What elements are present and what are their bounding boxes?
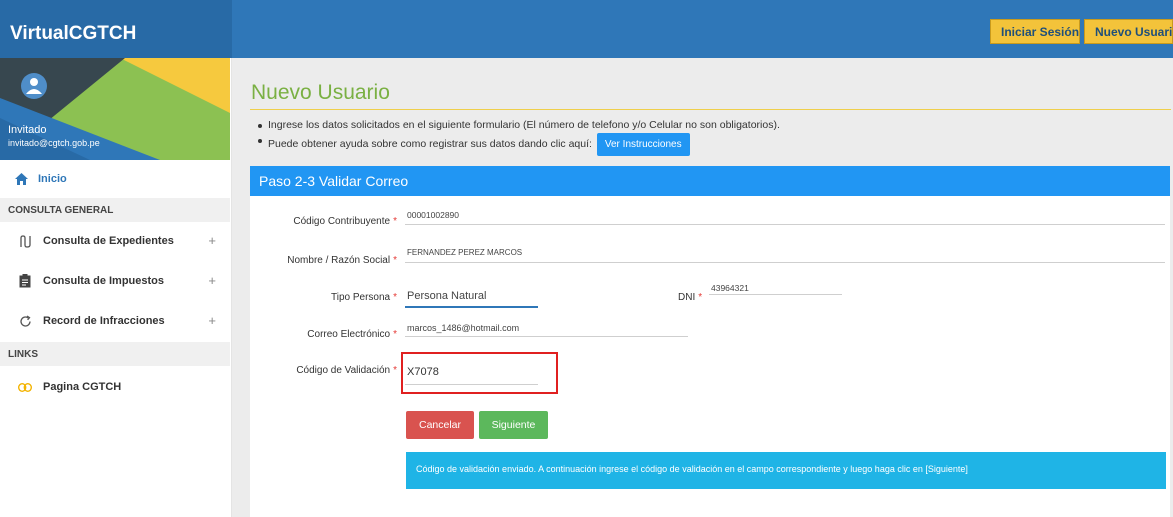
app-title[interactable]: VirtualCGTCH — [0, 0, 232, 58]
expand-icon[interactable]: + — [208, 233, 216, 248]
codigo-field[interactable]: 00001002890 — [407, 210, 459, 220]
tipo-label: Tipo Persona * — [330, 292, 397, 303]
sidebar-item-expedientes[interactable]: Consulta de Expedientes + — [0, 222, 230, 260]
title-divider — [250, 109, 1171, 110]
new-user-label: Nuevo Usuario — [1095, 24, 1173, 39]
user-name: Invitado — [8, 124, 47, 136]
sidebar-item-inicio[interactable]: Inicio — [0, 160, 230, 198]
codigo-label: Código Contribuyente * — [293, 216, 397, 227]
tipo-underline — [405, 306, 538, 308]
dni-underline — [709, 294, 842, 295]
avatar — [21, 73, 47, 99]
expand-icon[interactable]: + — [208, 273, 216, 288]
refresh-icon — [17, 314, 33, 328]
dni-label: DNI * — [678, 292, 703, 303]
user-panel: Invitado invitado@cgtch.gob.pe — [0, 58, 230, 160]
form-panel: Paso 2-3 Validar Correo Código Contribuy… — [250, 166, 1170, 517]
link-icon — [17, 382, 33, 392]
instructions-button[interactable]: Ver Instrucciones — [596, 133, 690, 156]
user-email: invitado@cgtch.gob.pe — [8, 138, 100, 148]
validacion-underline — [405, 384, 538, 385]
sidebar: Invitado invitado@cgtch.gob.pe Inicio CO… — [0, 58, 232, 517]
page-title: Nuevo Usuario — [251, 81, 390, 104]
top-bar: VirtualCGTCH Iniciar Sesión Nuevo Usuari… — [0, 0, 1173, 58]
section-links: LINKS — [0, 342, 230, 366]
correo-underline — [405, 336, 688, 337]
dni-field[interactable]: 43964321 — [711, 283, 749, 293]
sidebar-item-infracciones[interactable]: Record de Infracciones + — [0, 302, 230, 340]
nombre-underline — [405, 262, 1165, 263]
correo-field[interactable]: marcos_1486@hotmail.com — [407, 323, 519, 333]
cancel-button[interactable]: Cancelar — [406, 411, 474, 439]
codigo-underline — [405, 224, 1165, 225]
sidebar-item-label: Consulta de Expedientes — [43, 235, 174, 247]
next-button[interactable]: Siguiente — [479, 411, 548, 439]
tipo-select[interactable]: Persona Natural — [407, 290, 487, 302]
sidebar-item-label: Consulta de Impuestos — [43, 275, 165, 287]
validacion-label: Código de Validación * — [296, 365, 397, 376]
sidebar-item-impuestos[interactable]: Consulta de Impuestos + — [0, 262, 230, 300]
new-user-button[interactable]: Nuevo Usuario — [1084, 19, 1173, 44]
nombre-field[interactable]: FERNANDEZ PEREZ MARCOS — [407, 248, 522, 257]
sidebar-item-label: Pagina CGTCH — [43, 381, 122, 393]
panel-title: Paso 2-3 Validar Correo — [250, 166, 1170, 196]
main-content: Nuevo Usuario Ingrese los datos solicita… — [232, 58, 1173, 517]
sidebar-item-pagina-cgtch[interactable]: Pagina CGTCH — [0, 368, 230, 406]
expedientes-icon — [17, 234, 33, 248]
clipboard-icon — [17, 274, 33, 288]
login-button[interactable]: Iniciar Sesión — [990, 19, 1080, 44]
home-icon — [15, 173, 28, 185]
sidebar-item-label: Record de Infracciones — [43, 315, 165, 327]
sidebar-item-label: Inicio — [38, 173, 67, 185]
nombre-label: Nombre / Razón Social * — [287, 255, 397, 266]
instruction-text: Puede obtener ayuda sobre como registrar… — [268, 138, 592, 150]
info-message: Código de validación enviado. A continua… — [406, 452, 1166, 489]
login-label: Iniciar Sesión — [1001, 24, 1080, 39]
instruction-item: Puede obtener ayuda sobre como registrar… — [254, 133, 780, 156]
validacion-field[interactable]: X7078 — [407, 366, 439, 378]
section-consulta-general: CONSULTA GENERAL — [0, 198, 230, 222]
instruction-item: Ingrese los datos solicitados en el sigu… — [254, 118, 780, 133]
correo-label: Correo Electrónico * — [307, 329, 397, 340]
instructions-list: Ingrese los datos solicitados en el sigu… — [254, 118, 780, 156]
expand-icon[interactable]: + — [208, 313, 216, 328]
